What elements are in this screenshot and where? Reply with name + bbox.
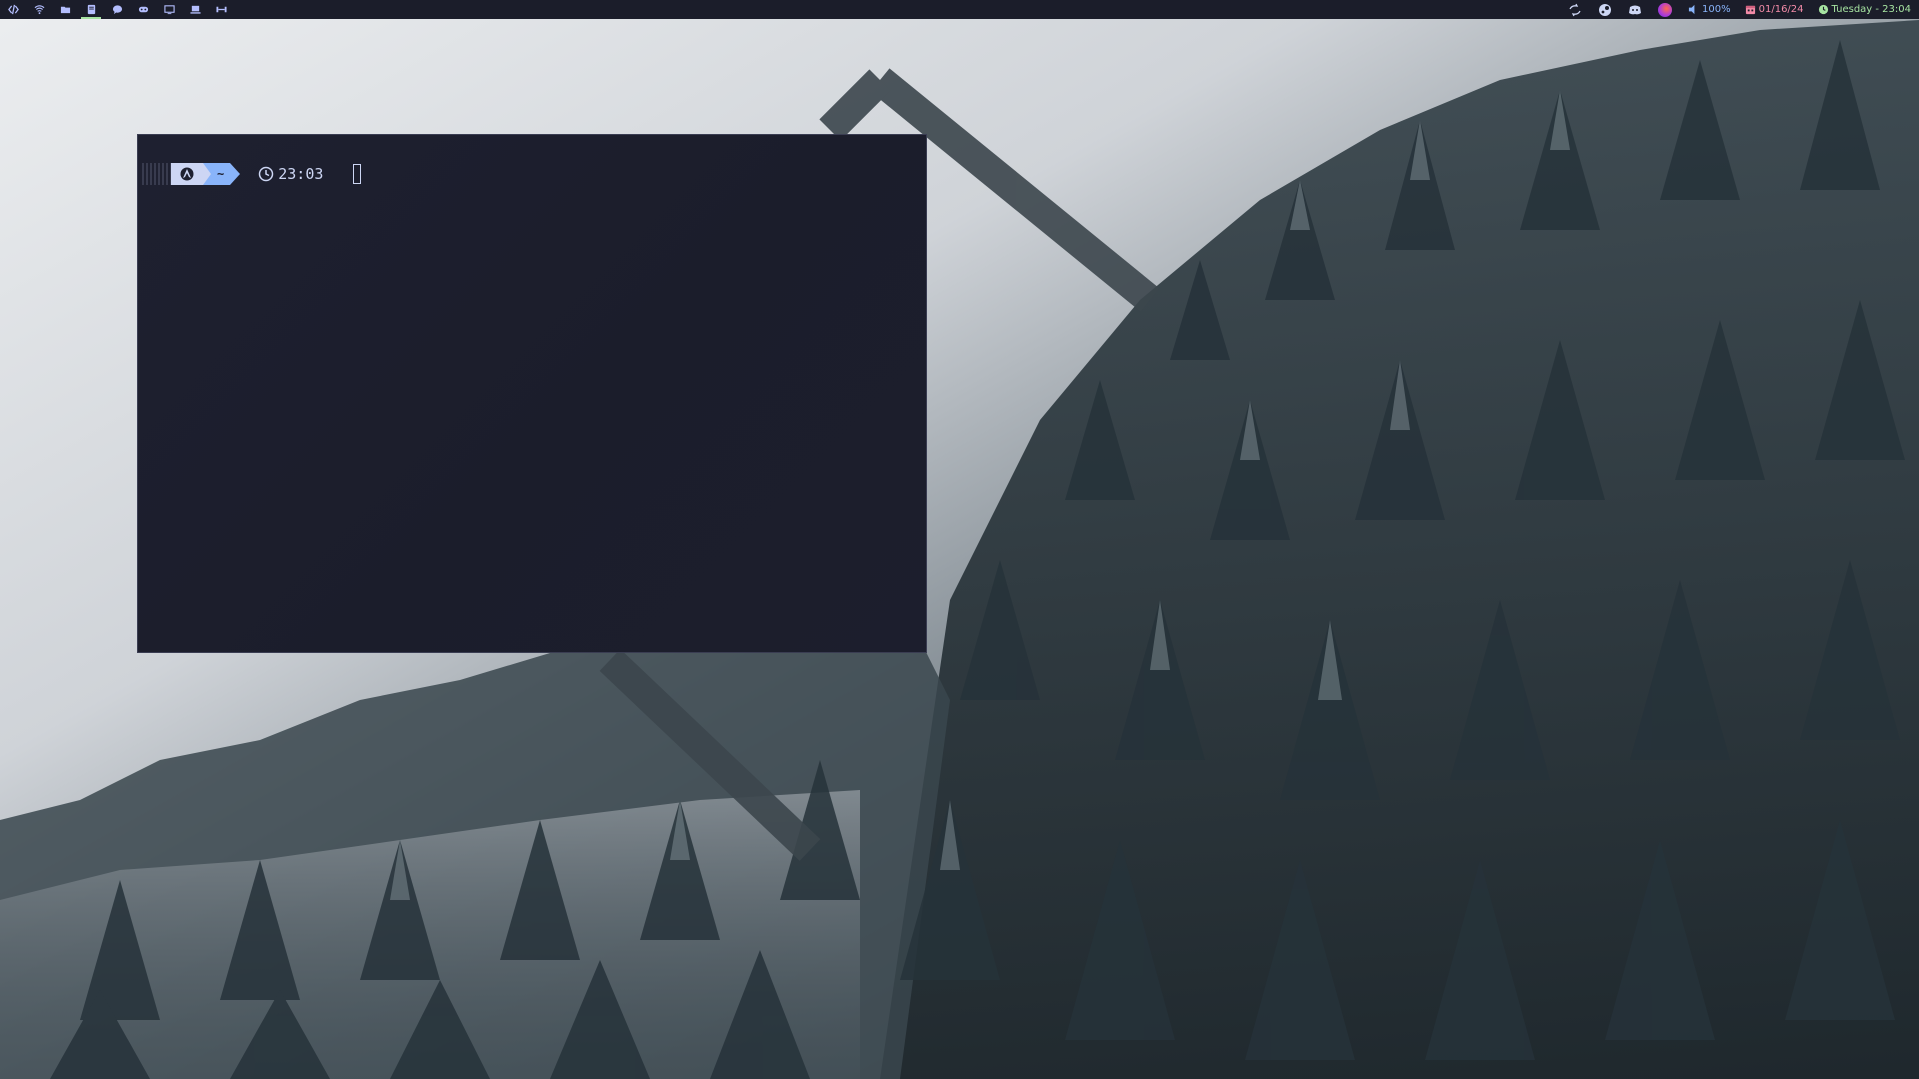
laptop-icon bbox=[189, 5, 201, 14]
calendar-icon bbox=[1745, 5, 1755, 15]
prompt-time-segment: 23:03 bbox=[258, 165, 323, 183]
workspace-5[interactable] bbox=[104, 0, 130, 19]
speaker-icon bbox=[1688, 4, 1695, 15]
desktop: 100% 01/16/24 Tuesday - 23:04 ~ 23:03 bbox=[0, 0, 1919, 1079]
prompt-end-separator bbox=[230, 163, 241, 185]
clock-text: Tuesday - 23:04 bbox=[1831, 4, 1911, 15]
steam-icon bbox=[1599, 3, 1612, 16]
folder-icon bbox=[60, 6, 70, 14]
wifi-icon bbox=[34, 5, 44, 15]
sync-icon bbox=[1569, 3, 1581, 16]
monitor-icon bbox=[163, 5, 175, 15]
workspace-1[interactable] bbox=[0, 0, 26, 19]
workspace-list bbox=[0, 0, 234, 19]
workspace-3[interactable] bbox=[52, 0, 78, 19]
prompt-directory: ~ bbox=[217, 167, 225, 181]
workspace-4[interactable] bbox=[78, 0, 104, 19]
terminal-window[interactable]: ~ 23:03 bbox=[137, 134, 927, 653]
prompt-time: 23:03 bbox=[278, 165, 324, 183]
workspace-9[interactable] bbox=[208, 0, 234, 19]
gamepad-icon bbox=[138, 6, 148, 13]
date-text: 01/16/24 bbox=[1758, 4, 1804, 15]
discord-tray-item[interactable] bbox=[1628, 3, 1642, 17]
volume-module[interactable]: 100% bbox=[1688, 4, 1731, 15]
arch-linux-icon bbox=[180, 167, 194, 181]
prompt-os-segment bbox=[171, 163, 203, 185]
prompt-directory-segment: ~ bbox=[211, 163, 231, 185]
sync-tray-item[interactable] bbox=[1568, 3, 1582, 17]
prompt-separator bbox=[203, 163, 211, 185]
steam-tray-item[interactable] bbox=[1598, 3, 1612, 17]
dumbbell-icon bbox=[215, 6, 227, 13]
volume-level: 100% bbox=[1702, 4, 1731, 15]
workspace-7[interactable] bbox=[156, 0, 182, 19]
chat-bubble-icon bbox=[112, 5, 122, 15]
date-module[interactable]: 01/16/24 bbox=[1745, 4, 1804, 15]
prompt-fade-block bbox=[142, 163, 171, 185]
shell-prompt: ~ 23:03 bbox=[142, 163, 362, 185]
workspace-8[interactable] bbox=[182, 0, 208, 19]
firefox-icon bbox=[1658, 2, 1673, 17]
clock-icon bbox=[258, 166, 274, 182]
top-bar: 100% 01/16/24 Tuesday - 23:04 bbox=[0, 0, 1919, 19]
firefox-tray-item[interactable] bbox=[1658, 2, 1673, 17]
clock-icon bbox=[1818, 4, 1828, 15]
status-area: 100% 01/16/24 Tuesday - 23:04 bbox=[1568, 0, 1919, 19]
code-icon bbox=[7, 4, 19, 15]
book-icon bbox=[87, 4, 95, 15]
workspace-2[interactable] bbox=[26, 0, 52, 19]
clock-module[interactable]: Tuesday - 23:04 bbox=[1818, 4, 1911, 15]
terminal-cursor bbox=[353, 164, 362, 184]
discord-icon bbox=[1629, 5, 1642, 14]
workspace-6[interactable] bbox=[130, 0, 156, 19]
